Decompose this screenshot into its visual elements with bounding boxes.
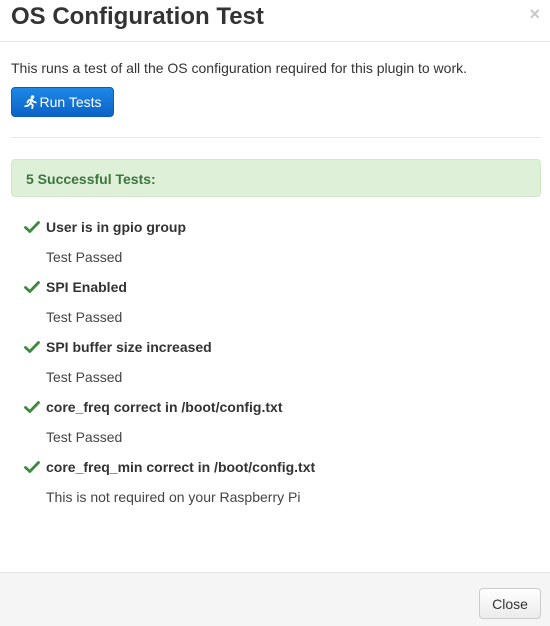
test-result: This is not required on your Raspberry P… [46,489,301,505]
test-result: Test Passed [46,309,123,325]
check-icon [24,221,40,233]
test-name: core_freq correct in /boot/config.txt [46,399,283,415]
check-icon [24,281,40,293]
success-summary-alert: 5 Successful Tests: [11,159,541,197]
test-result-item: User is in gpio group Test Passed [0,219,550,280]
test-result-item: core_freq correct in /boot/config.txt Te… [0,399,550,460]
check-icon [24,341,40,353]
close-button[interactable]: Close [479,588,541,619]
test-name: SPI buffer size increased [46,339,212,355]
running-person-icon [23,95,37,109]
os-config-test-dialog: OS Configuration Test × This runs a test… [0,0,550,626]
test-name: User is in gpio group [46,219,187,235]
divider [11,137,541,138]
test-result-item: SPI buffer size increased Test Passed [0,339,550,400]
test-result-item: SPI Enabled Test Passed [0,279,550,340]
dialog-header: OS Configuration Test × [0,0,550,42]
test-result: Test Passed [46,249,123,265]
dialog-footer: Close [0,572,550,626]
check-icon [24,461,40,473]
success-summary-text: 5 Successful Tests: [26,171,156,187]
run-tests-button[interactable]: Run Tests [11,87,114,117]
test-name: SPI Enabled [46,279,127,295]
run-tests-label: Run Tests [39,94,102,110]
test-result-item: core_freq_min correct in /boot/config.tx… [0,459,550,520]
intro-text: This runs a test of all the OS configura… [11,60,468,76]
test-name: core_freq_min correct in /boot/config.tx… [46,459,316,475]
check-icon [24,401,40,413]
test-result: Test Passed [46,369,123,385]
test-result: Test Passed [46,429,123,445]
dialog-title: OS Configuration Test [11,3,264,30]
close-icon[interactable]: × [529,4,540,24]
